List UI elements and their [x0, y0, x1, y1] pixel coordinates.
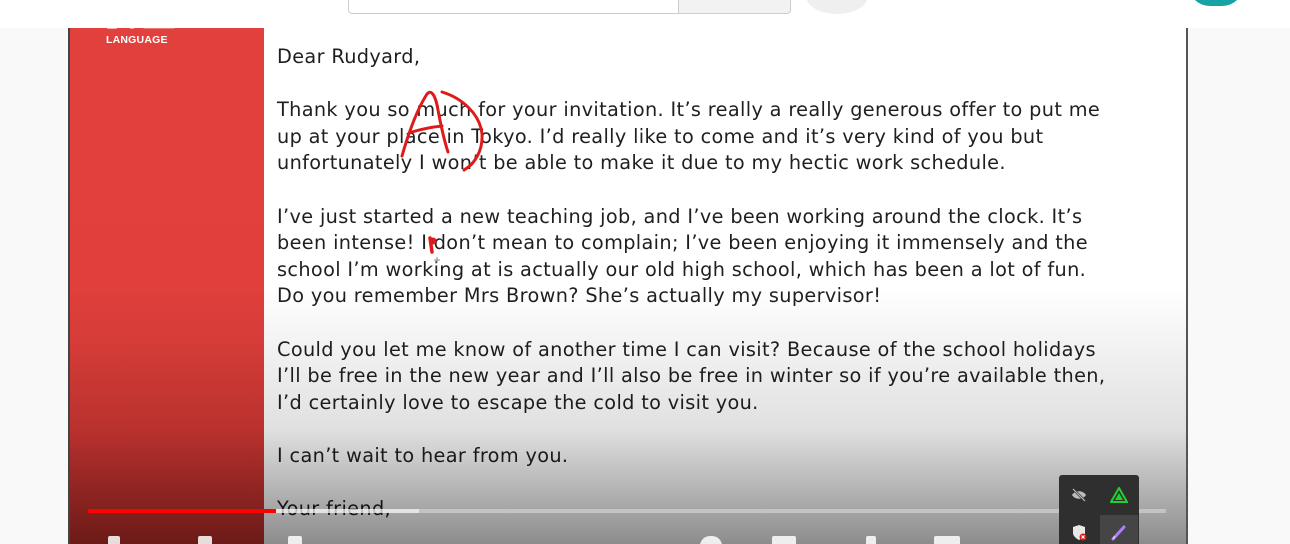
annotation-tool-panel — [1059, 475, 1139, 544]
avatar[interactable] — [1188, 0, 1244, 6]
text-line: up at your place in Tokyo. I’d really li… — [277, 124, 1044, 148]
letter-paragraph-1: Thank you so much for your invitation. I… — [277, 97, 1182, 177]
progress-bar[interactable] — [88, 509, 1166, 513]
shield-icon — [1073, 525, 1087, 541]
text-line: I’d certainly love to escape the cold to… — [277, 390, 759, 414]
highlighter-button[interactable] — [1100, 477, 1138, 513]
letter-paragraph-2: I’ve just started a new teaching job, an… — [277, 204, 1182, 310]
text-line: Could you let me know of another time I … — [277, 337, 1096, 361]
letter-slide: Dear Rudyard, Thank you so much for your… — [264, 28, 1186, 544]
browser-top-bar — [0, 0, 1290, 28]
play-icon[interactable] — [108, 536, 120, 544]
pen-icon — [1111, 525, 1126, 541]
text-line: been intense! I don’t mean to complain; … — [277, 231, 1088, 255]
text-line: I’ll be free in the new year and I’ll al… — [277, 364, 1106, 388]
volume-icon[interactable] — [288, 536, 302, 544]
screen: LANGUAGE Dear Rudyard, Thank you so much… — [0, 0, 1290, 544]
autoplay-toggle-icon[interactable] — [700, 536, 722, 544]
hide-annotations-button[interactable] — [1060, 477, 1098, 513]
shield-button[interactable] — [1060, 515, 1098, 544]
logo-label: LANGUAGE — [106, 34, 168, 46]
letter-paragraph-3: Could you let me know of another time I … — [277, 337, 1182, 417]
text-line: Thank you so much for your invitation. I… — [277, 98, 1101, 122]
progress-played — [88, 509, 276, 513]
letter-body: Dear Rudyard, Thank you so much for your… — [277, 44, 1182, 544]
text-line: Do you remember Mrs Brown? She’s actuall… — [277, 284, 882, 308]
letter-paragraph-4: I can’t wait to hear from you. — [277, 443, 569, 467]
text-line: unfortunately I won’t be able to make it… — [277, 151, 1006, 175]
subtitles-icon[interactable] — [772, 536, 796, 544]
settings-icon[interactable] — [866, 536, 876, 544]
pen-button[interactable] — [1100, 515, 1138, 544]
logo-icon — [107, 28, 175, 29]
letter-greeting: Dear Rudyard, — [277, 45, 421, 68]
highlighter-icon — [1110, 487, 1128, 503]
hide-annotations-icon — [1072, 488, 1086, 502]
text-line: I’ve just started a new teaching job, an… — [277, 204, 1083, 228]
player-controls — [88, 532, 1166, 544]
video-player[interactable]: LANGUAGE Dear Rudyard, Thank you so much… — [68, 28, 1188, 544]
text-line: school I’m working at is actually our ol… — [277, 257, 1087, 281]
search-button[interactable] — [678, 0, 791, 14]
next-icon[interactable] — [198, 536, 212, 544]
brand-sidebar: LANGUAGE — [70, 28, 264, 544]
search-input[interactable] — [348, 0, 680, 14]
voice-search-button[interactable] — [806, 0, 868, 14]
miniplayer-icon[interactable] — [934, 536, 960, 544]
